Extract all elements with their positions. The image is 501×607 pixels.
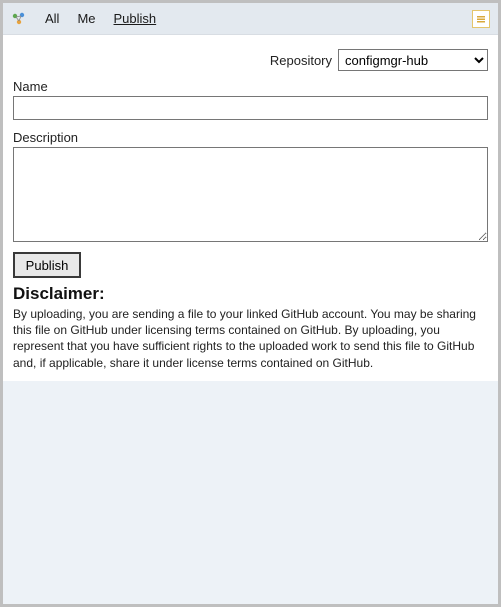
- repository-select[interactable]: configmgr-hub: [338, 49, 488, 71]
- repository-row: Repository configmgr-hub: [13, 49, 488, 71]
- repository-label: Repository: [270, 53, 332, 68]
- community-icon: [11, 11, 27, 27]
- disclaimer-title: Disclaimer:: [13, 284, 488, 304]
- window-frame: All Me Publish Repository configmgr-hub …: [3, 3, 498, 604]
- description-textarea[interactable]: [13, 147, 488, 242]
- name-label: Name: [13, 79, 488, 94]
- empty-area: [3, 381, 498, 604]
- options-icon[interactable]: [472, 10, 490, 28]
- tab-all[interactable]: All: [45, 11, 59, 26]
- disclaimer-text: By uploading, you are sending a file to …: [13, 306, 488, 371]
- name-input[interactable]: [13, 96, 488, 120]
- publish-button[interactable]: Publish: [13, 252, 81, 278]
- toolbar: All Me Publish: [3, 3, 498, 35]
- content-area: Repository configmgr-hub Name Descriptio…: [3, 35, 498, 381]
- tab-publish[interactable]: Publish: [114, 11, 157, 26]
- window-outer: All Me Publish Repository configmgr-hub …: [0, 0, 501, 607]
- description-label: Description: [13, 130, 488, 145]
- tab-me[interactable]: Me: [77, 11, 95, 26]
